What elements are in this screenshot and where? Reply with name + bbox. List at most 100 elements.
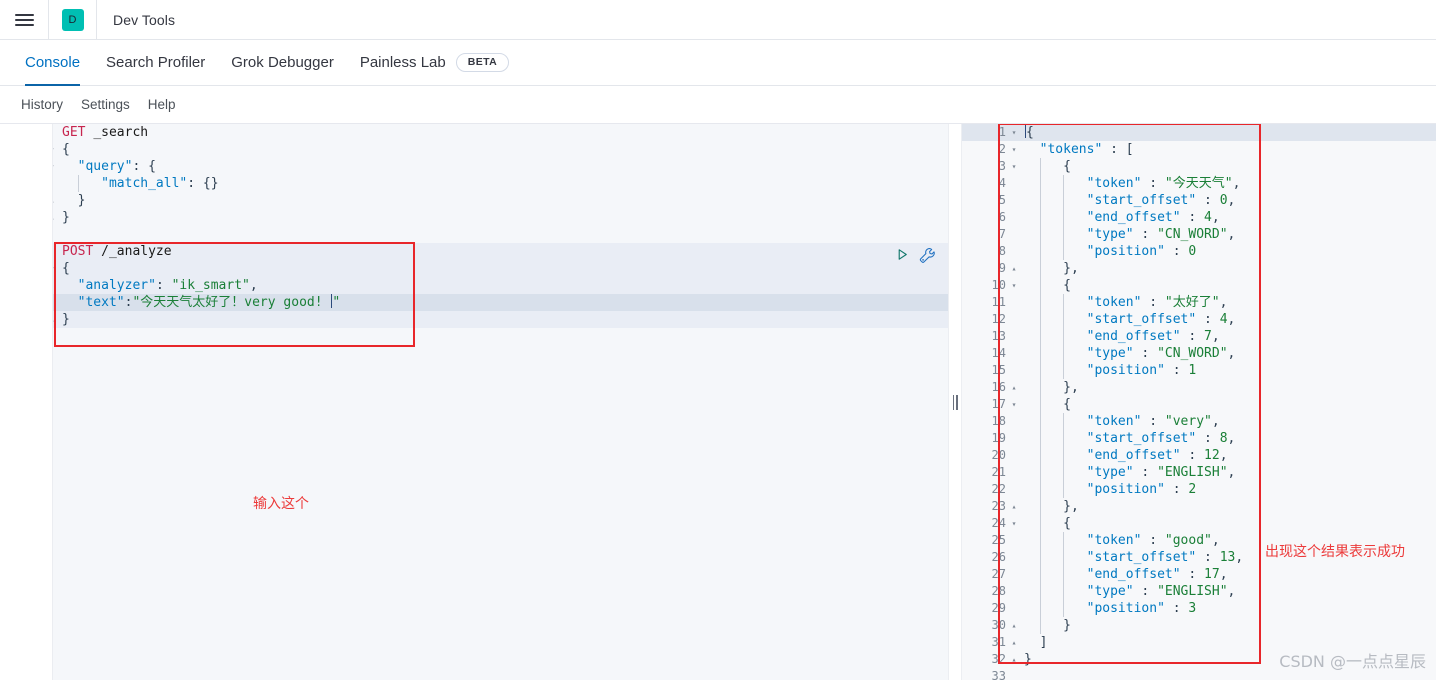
code-line[interactable]: 3 ▾ { [962, 158, 1436, 175]
fold-toggle-icon[interactable]: ▴ [46, 311, 58, 328]
app-logo[interactable]: D [49, 0, 96, 39]
code-line[interactable]: 9 ▾ { [0, 260, 948, 277]
fold-toggle-icon[interactable]: ▴ [1008, 651, 1020, 668]
code-line[interactable]: 19 "start_offset" : 8, [962, 430, 1436, 447]
submenu-item-settings[interactable]: Settings [72, 97, 139, 112]
fold-toggle-icon[interactable]: ▴ [1008, 379, 1020, 396]
request-editor-pane[interactable]: 1 GET _search 2 ▾{3 ▾ "query": {4 "match_all… [0, 124, 948, 680]
fold-toggle-icon[interactable]: ▾ [46, 158, 58, 175]
code-line[interactable]: 1 ▾ { [962, 124, 1436, 141]
code-line[interactable]: 11 "text":"今天天气太好了！very good! " [0, 294, 948, 311]
fold-toggle-icon[interactable]: ▴ [46, 209, 58, 226]
pane-splitter[interactable] [948, 124, 962, 680]
code-token: "end_offset" [1086, 329, 1181, 344]
hamburger-menu-icon[interactable] [0, 0, 48, 39]
fold-toggle-icon[interactable]: ▾ [1008, 141, 1020, 158]
line-number: 12 [29, 312, 44, 326]
code-line[interactable]: 5 "start_offset" : 0, [962, 192, 1436, 209]
submenu-item-help[interactable]: Help [139, 97, 185, 112]
fold-toggle-icon[interactable]: ▴ [1008, 617, 1020, 634]
code-text: } [1020, 651, 1032, 668]
code-line[interactable]: 12 "start_offset" : 4, [962, 311, 1436, 328]
fold-toggle-icon[interactable]: ▾ [1008, 515, 1020, 532]
code-line[interactable]: 16 ▴ }, [962, 379, 1436, 396]
code-token: : [1164, 363, 1189, 378]
code-token: "start_offset" [1086, 193, 1197, 208]
tab-label: Painless Lab [359, 54, 446, 71]
code-token: "query" [77, 159, 133, 174]
fold-toggle-icon[interactable]: ▴ [1008, 260, 1020, 277]
fold-toggle-icon[interactable]: ▴ [1008, 634, 1020, 651]
code-line[interactable]: 15 "position" : 1 [962, 362, 1436, 379]
fold-toggle-icon[interactable]: ▾ [46, 141, 58, 158]
code-line[interactable]: 10 ▾ { [962, 277, 1436, 294]
code-line[interactable]: 24 ▾ { [962, 515, 1436, 532]
code-line[interactable]: 3 ▾ "query": { [0, 158, 948, 175]
code-line[interactable]: 12 ▴} [0, 311, 948, 328]
code-line[interactable]: 5 ▴ } [0, 192, 948, 209]
code-line[interactable]: 20 "end_offset" : 12, [962, 447, 1436, 464]
fold-toggle-icon[interactable]: ▾ [1008, 158, 1020, 175]
line-number: 15 [991, 363, 1006, 377]
code-line[interactable]: 27 "end_offset" : 17, [962, 566, 1436, 583]
drag-handle-icon[interactable] [952, 394, 958, 410]
line-number: 12 [991, 312, 1006, 326]
code-line[interactable]: 21 "type" : "ENGLISH", [962, 464, 1436, 481]
code-line[interactable]: 17 ▾ { [962, 396, 1436, 413]
code-line[interactable]: 18 "token" : "very", [962, 413, 1436, 430]
code-token: } [1047, 618, 1071, 633]
tab-search-profiler[interactable]: Search Profiler [93, 40, 218, 85]
fold-toggle-icon[interactable]: ▾ [1008, 277, 1020, 294]
code-token: : [1141, 533, 1165, 548]
code-line[interactable]: 13 "end_offset" : 7, [962, 328, 1436, 345]
code-line[interactable]: 6 ▴} [0, 209, 948, 226]
tab-grok-debugger[interactable]: Grok Debugger [218, 40, 347, 85]
code-text: "type" : "ENGLISH", [1020, 583, 1235, 600]
tab-painless-lab[interactable]: Painless Lab BETA [347, 40, 522, 85]
code-line[interactable]: 2 ▾ "tokens" : [ [962, 141, 1436, 158]
code-line[interactable]: 8 POST /_analyze [0, 243, 948, 260]
code-line[interactable]: 22 "position" : 2 [962, 481, 1436, 498]
fold-toggle-icon[interactable]: ▴ [46, 192, 58, 209]
code-line[interactable]: 7 [0, 226, 948, 243]
submenu-item-history[interactable]: History [12, 97, 72, 112]
code-line[interactable]: 8 "position" : 0 [962, 243, 1436, 260]
play-icon[interactable] [895, 247, 910, 264]
fold-toggle-icon[interactable]: ▴ [1008, 498, 1020, 515]
code-line[interactable]: 29 "position" : 3 [962, 600, 1436, 617]
code-line[interactable]: 23 ▴ }, [962, 498, 1436, 515]
code-token: "start_offset" [1086, 550, 1197, 565]
code-line[interactable]: 11 "token" : "太好了", [962, 294, 1436, 311]
code-line[interactable]: 6 "end_offset" : 4, [962, 209, 1436, 226]
request-editor-code[interactable]: 1 GET _search 2 ▾{3 ▾ "query": {4 "match_all… [0, 124, 948, 680]
request-annotation-note: 输入这个 [253, 496, 309, 512]
code-line[interactable]: 4 "match_all": {} [0, 175, 948, 192]
code-line[interactable]: 1 GET _search [0, 124, 948, 141]
code-token: GET [62, 125, 94, 140]
fold-toggle-icon[interactable]: ▾ [1008, 124, 1020, 141]
code-line[interactable]: 10 "analyzer": "ik_smart", [0, 277, 948, 294]
code-line[interactable]: 4 "token" : "今天天气", [962, 175, 1436, 192]
code-line[interactable]: 9 ▴ }, [962, 260, 1436, 277]
response-code[interactable]: 1 ▾{2 ▾ "tokens" : [3 ▾ {4 "token" : "今天天气"… [962, 124, 1436, 680]
console-submenu: History Settings Help [0, 86, 1436, 123]
response-pane[interactable]: 1 ▾{2 ▾ "tokens" : [3 ▾ {4 "token" : "今天天气"… [962, 124, 1436, 680]
code-token: 1 [1188, 363, 1197, 378]
code-line[interactable]: 7 "type" : "CN_WORD", [962, 226, 1436, 243]
code-line[interactable]: 28 "type" : "ENGLISH", [962, 583, 1436, 600]
code-line[interactable]: 14 "type" : "CN_WORD", [962, 345, 1436, 362]
fold-toggle-icon[interactable]: ▾ [1008, 396, 1020, 413]
code-line[interactable]: 30 ▴ } [962, 617, 1436, 634]
wrench-icon[interactable] [919, 247, 936, 264]
tab-console[interactable]: Console [12, 40, 93, 86]
fold-toggle-icon[interactable]: ▾ [46, 260, 58, 277]
code-line[interactable]: 2 ▾ { [0, 141, 948, 158]
